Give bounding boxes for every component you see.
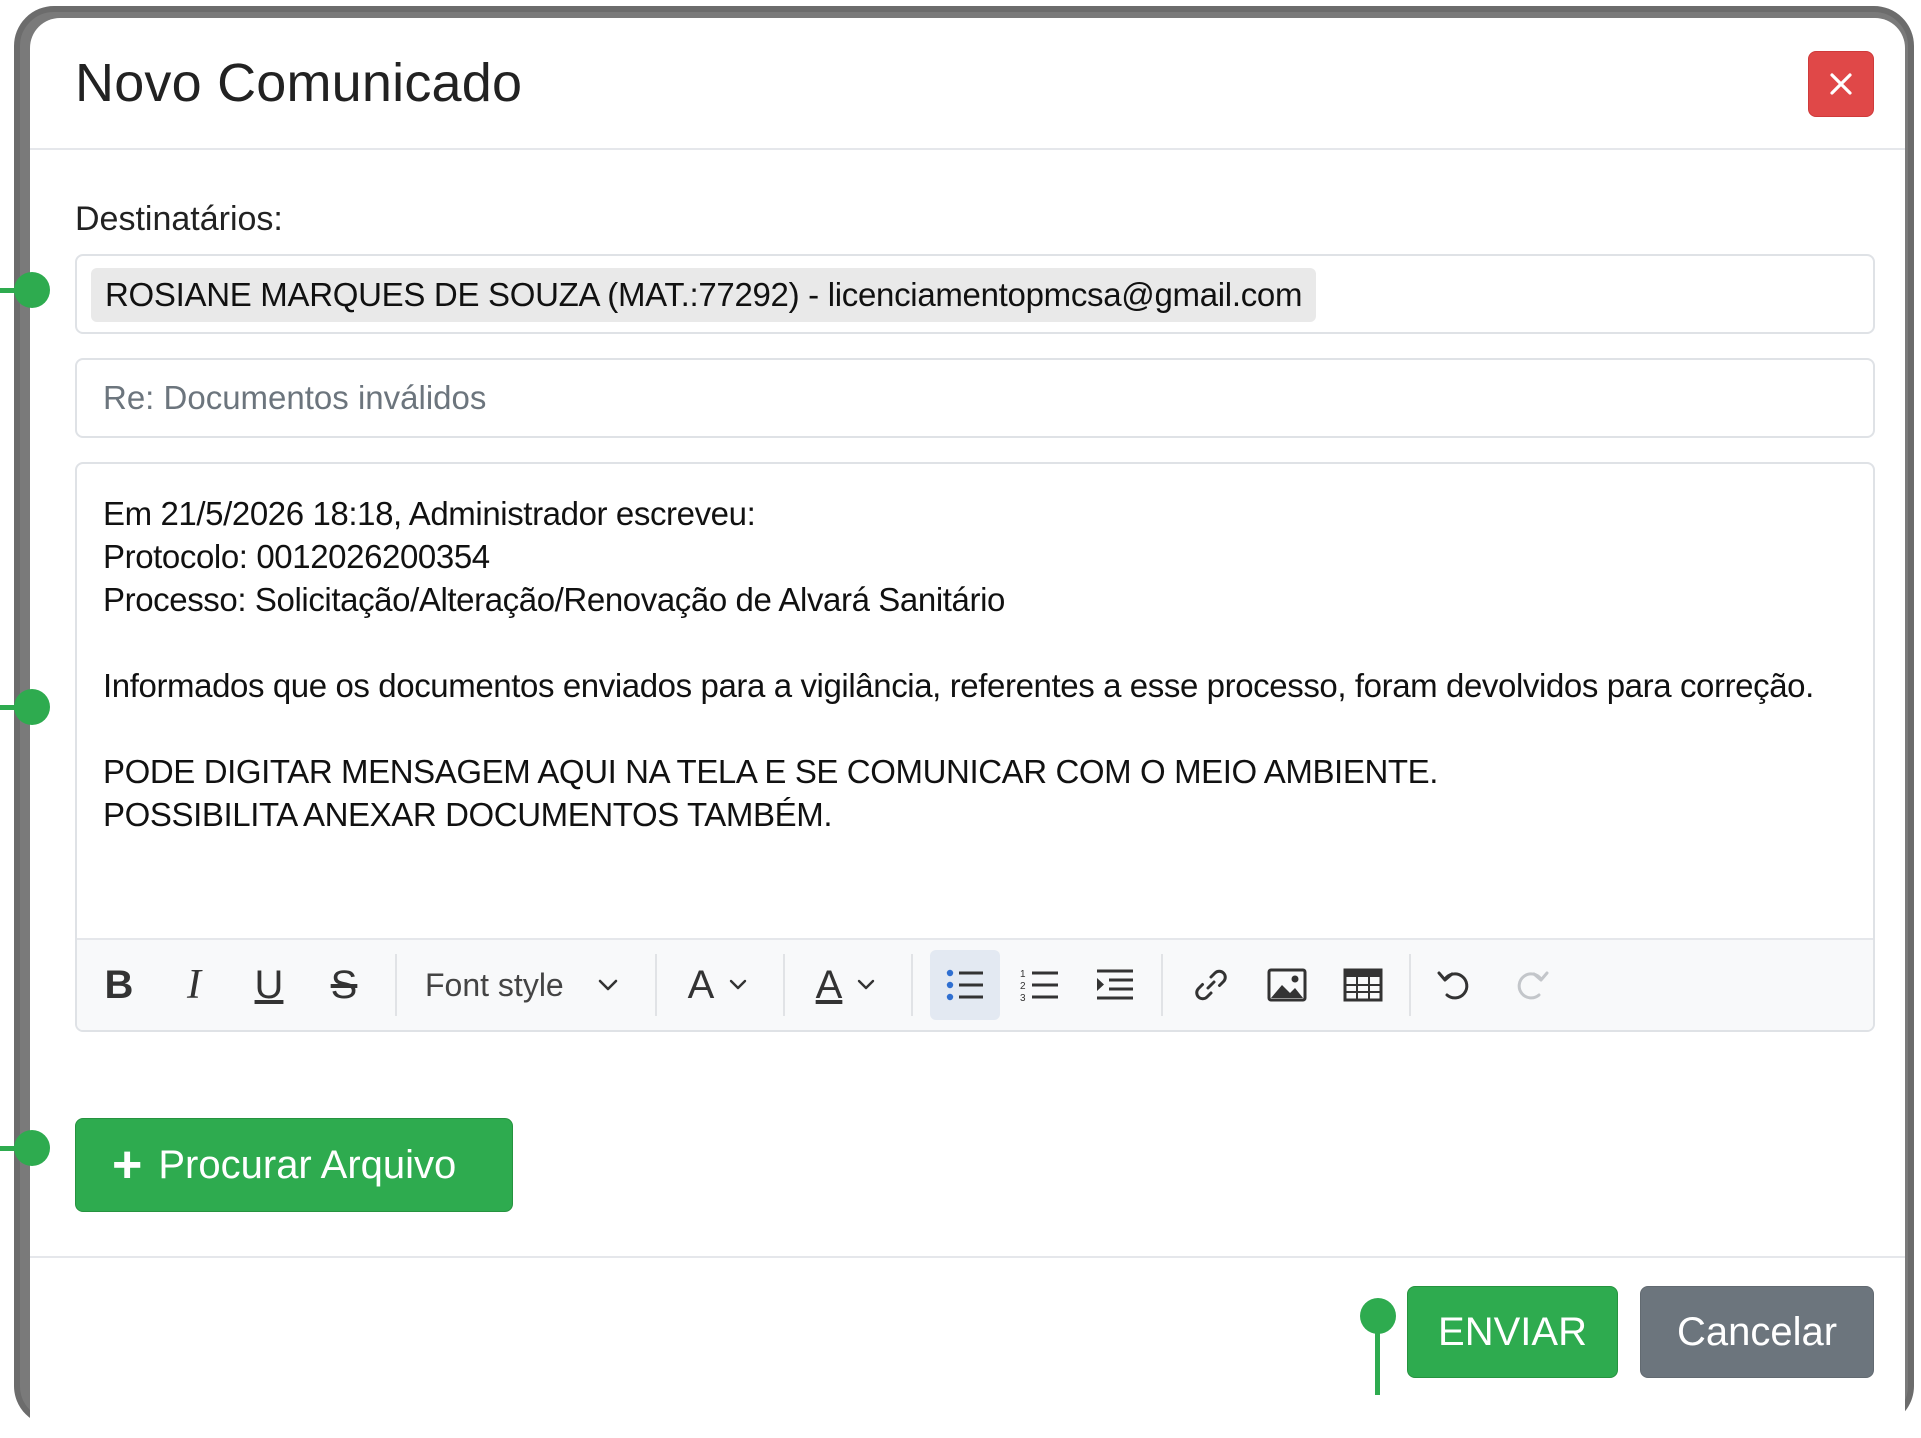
modal-dialog: Novo Comunicado Destinatários: ROSIANE M… <box>30 18 1905 1438</box>
underline-icon: U <box>254 962 284 1007</box>
message-line <box>103 707 1843 750</box>
svg-text:2: 2 <box>1020 981 1026 992</box>
undo-icon <box>1437 971 1469 1000</box>
close-icon <box>1830 73 1852 95</box>
annotation-marker <box>14 1130 50 1166</box>
chevron-down-icon <box>730 979 747 990</box>
message-line: POSSIBILITA ANEXAR DOCUMENTOS TAMBÉM. <box>103 796 833 833</box>
close-button[interactable] <box>1808 51 1874 117</box>
recipient-chip[interactable]: ROSIANE MARQUES DE SOUZA (MAT.:77292) - … <box>91 268 1317 322</box>
message-body[interactable]: Em 21/5/2026 18:18, Administrador escrev… <box>103 492 1843 836</box>
font-size-button[interactable]: A <box>673 950 763 1020</box>
insert-table-button[interactable] <box>1331 950 1395 1020</box>
font-color-icon: A <box>815 962 843 1007</box>
font-color-button[interactable]: A <box>801 950 891 1020</box>
modal-title: Novo Comunicado <box>75 53 523 113</box>
toolbar-separator <box>911 954 913 1016</box>
italic-button[interactable]: I <box>168 950 220 1020</box>
font-style-dropdown[interactable]: Font style <box>413 950 633 1020</box>
numbered-list-icon: 1 2 3 <box>1020 969 1058 1003</box>
redo-icon <box>1517 971 1549 1000</box>
underline-button[interactable]: U <box>243 950 295 1020</box>
cancel-button[interactable]: Cancelar <box>1640 1286 1874 1378</box>
plus-icon: + <box>112 1136 143 1194</box>
strikethrough-icon: S <box>330 962 358 1007</box>
toolbar-separator <box>783 954 785 1016</box>
strikethrough-button[interactable]: S <box>318 950 370 1020</box>
numbered-list-button[interactable]: 1 2 3 <box>1008 950 1072 1020</box>
annotation-connector <box>1375 1320 1380 1395</box>
recipients-field[interactable]: ROSIANE MARQUES DE SOUZA (MAT.:77292) - … <box>75 254 1875 334</box>
bold-button[interactable]: B <box>93 950 145 1020</box>
italic-icon: I <box>187 962 201 1008</box>
font-style-label: Font style <box>425 966 564 1003</box>
modal-header: Novo Comunicado <box>30 18 1905 150</box>
chevron-down-icon <box>598 979 618 991</box>
message-line <box>103 621 1843 664</box>
browse-file-label: Procurar Arquivo <box>158 1142 457 1187</box>
insert-link-button[interactable] <box>1179 950 1243 1020</box>
indent-button[interactable] <box>1083 950 1147 1020</box>
message-line: PODE DIGITAR MENSAGEM AQUI NA TELA E SE … <box>103 753 1439 790</box>
image-icon <box>1267 968 1307 1002</box>
font-size-icon: A <box>687 962 715 1007</box>
editor-toolbar: B I U S Font style A A 1 2 3 <box>77 938 1873 1030</box>
toolbar-separator <box>1161 954 1163 1016</box>
annotation-marker <box>14 272 50 308</box>
toolbar-separator <box>395 954 397 1016</box>
svg-text:3: 3 <box>1020 993 1026 1003</box>
message-line: Processo: Solicitação/Alteração/Renovaçã… <box>103 581 1005 618</box>
send-button[interactable]: ENVIAR <box>1407 1286 1618 1378</box>
recipients-label: Destinatários: <box>75 200 283 238</box>
toolbar-separator <box>655 954 657 1016</box>
browse-file-button[interactable]: + Procurar Arquivo <box>75 1118 513 1212</box>
message-line: Informados que os documentos enviados pa… <box>103 667 1814 704</box>
link-icon <box>1195 969 1227 1001</box>
bold-icon: B <box>104 962 134 1007</box>
insert-image-button[interactable] <box>1255 950 1319 1020</box>
svg-text:1: 1 <box>1020 969 1026 980</box>
bullet-list-button[interactable] <box>930 950 1000 1020</box>
toolbar-separator <box>1409 954 1411 1016</box>
message-line: Em 21/5/2026 18:18, Administrador escrev… <box>103 495 756 532</box>
subject-input[interactable] <box>77 360 1873 436</box>
redo-button[interactable] <box>1499 950 1563 1020</box>
subject-field[interactable] <box>75 358 1875 438</box>
message-line: Protocolo: 0012026200354 <box>103 538 490 575</box>
undo-button[interactable] <box>1423 950 1487 1020</box>
indent-icon <box>1097 969 1133 1000</box>
bullet-list-icon <box>946 969 983 1001</box>
chevron-down-icon <box>858 979 875 990</box>
table-icon <box>1343 968 1383 1002</box>
footer-divider <box>30 1256 1905 1258</box>
message-editor[interactable]: Em 21/5/2026 18:18, Administrador escrev… <box>75 462 1875 1032</box>
annotation-marker <box>14 689 50 725</box>
